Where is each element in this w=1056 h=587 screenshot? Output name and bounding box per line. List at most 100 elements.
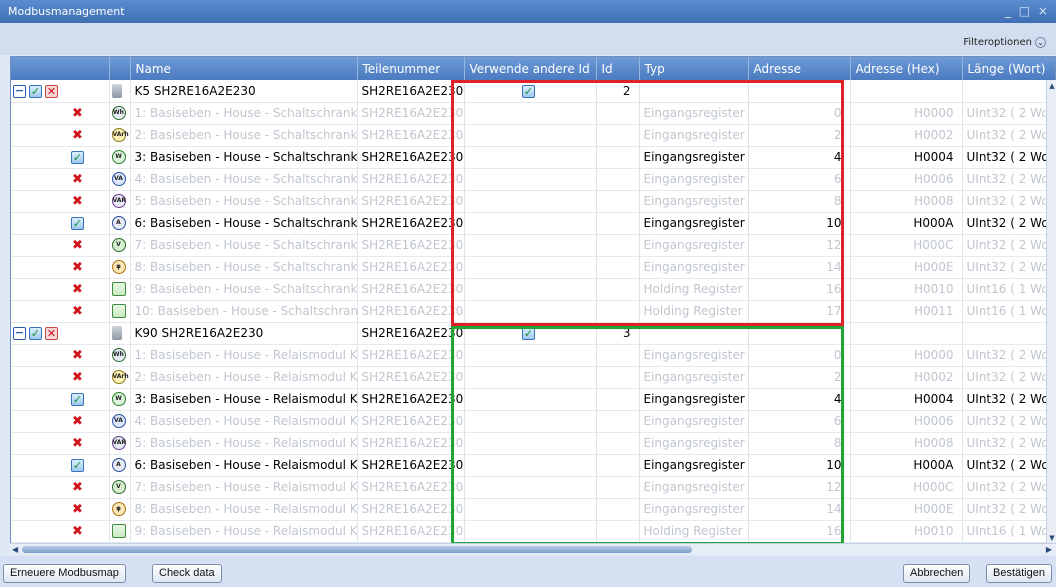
address-cell[interactable]: 6 xyxy=(748,168,851,191)
use-other-id-cell[interactable] xyxy=(464,410,597,433)
name-cell[interactable]: 2: Basiseben - House - Schaltschrank... xyxy=(130,124,358,147)
part-number-cell[interactable]: SH2RE16A2E230 xyxy=(357,322,465,345)
register-row[interactable]: ✓ W 3: Basiseben - House - Schaltschrank..… xyxy=(11,146,1055,169)
name-cell[interactable]: K5 SH2RE16A2E230 xyxy=(130,80,358,103)
register-row[interactable]: ✖ Wh 1: Basiseben - House - Relaismodul K.… xyxy=(11,344,1055,367)
length-cell[interactable]: UInt16 ( 1 Word xyxy=(962,278,1055,301)
register-row[interactable]: ✖ V 7: Basiseben - House - Relaismodul K..… xyxy=(11,476,1055,499)
id-cell[interactable] xyxy=(596,388,640,411)
length-cell[interactable]: UInt32 ( 2 Word xyxy=(962,124,1055,147)
use-other-id-cell[interactable] xyxy=(464,212,597,235)
part-number-cell[interactable]: SH2RE16A2E230 xyxy=(357,432,465,455)
length-cell[interactable]: UInt32 ( 2 Word xyxy=(962,234,1055,257)
col-type[interactable]: Typ xyxy=(639,57,749,80)
address-cell[interactable]: 8 xyxy=(748,190,851,213)
address-cell[interactable] xyxy=(748,322,851,345)
address-cell[interactable]: 8 xyxy=(748,432,851,455)
length-cell[interactable]: UInt32 ( 2 Word xyxy=(962,432,1055,455)
address-hex-cell[interactable]: H0006 xyxy=(850,168,963,191)
id-cell[interactable]: 3 xyxy=(596,322,640,345)
length-cell[interactable]: UInt32 ( 2 Word xyxy=(962,256,1055,279)
type-cell[interactable]: Eingangsregister xyxy=(639,256,749,279)
horizontal-scrollbar[interactable]: ◀ ▶ xyxy=(10,543,1056,555)
length-cell[interactable]: UInt16 ( 1 Word xyxy=(962,300,1055,323)
id-cell[interactable] xyxy=(596,102,640,125)
register-row[interactable]: ✖ VA 4: Basiseben - House - Relaismodul K.… xyxy=(11,410,1055,433)
name-cell[interactable]: 4: Basiseben - House - Schaltschrank... xyxy=(130,168,358,191)
enabled-check-icon[interactable]: ✓ xyxy=(71,393,84,406)
use-other-id-cell[interactable]: ✓ xyxy=(464,322,597,345)
col-address-hex[interactable]: Adresse (Hex) xyxy=(850,57,963,80)
length-cell[interactable]: UInt32 ( 2 Word ) xyxy=(962,146,1055,169)
address-hex-cell[interactable]: H0004 xyxy=(850,388,963,411)
id-cell[interactable] xyxy=(596,300,640,323)
disabled-x-icon[interactable]: ✖ xyxy=(71,107,84,120)
device-group-row[interactable]: − ✓ ✕ K90 SH2RE16A2E230 SH2RE16A2E230 ✓ 3 xyxy=(11,322,1055,345)
disabled-x-icon[interactable]: ✖ xyxy=(71,261,84,274)
register-row[interactable]: ✖ Wh 1: Basiseben - House - Schaltschrank.… xyxy=(11,102,1055,125)
register-row[interactable]: ✖ φ 8: Basiseben - House - Schaltschrank..… xyxy=(11,256,1055,279)
length-cell[interactable]: UInt32 ( 2 Word ) xyxy=(962,212,1055,235)
address-hex-cell[interactable] xyxy=(850,322,963,345)
register-row[interactable]: ✖ VA 4: Basiseben - House - Schaltschrank.… xyxy=(11,168,1055,191)
type-cell[interactable]: Eingangsregister xyxy=(639,146,749,169)
length-cell[interactable]: UInt32 ( 2 Word ) xyxy=(962,388,1055,411)
address-hex-cell[interactable]: H000E xyxy=(850,256,963,279)
length-cell[interactable]: UInt32 ( 2 Word xyxy=(962,476,1055,499)
part-number-cell[interactable]: SH2RE16A2E230 xyxy=(357,366,465,389)
id-cell[interactable] xyxy=(596,520,640,543)
part-number-cell[interactable]: SH2RE16A2E230 xyxy=(357,300,465,323)
address-cell[interactable]: 10 xyxy=(748,212,851,235)
scroll-left-icon[interactable]: ◀ xyxy=(12,545,18,554)
type-cell[interactable]: Eingangsregister xyxy=(639,476,749,499)
address-cell[interactable]: 16 xyxy=(748,520,851,543)
disabled-x-icon[interactable]: ✖ xyxy=(71,481,84,494)
register-row[interactable]: ✖ 9: Basiseben - House - Schaltschrank...… xyxy=(11,278,1055,301)
use-other-id-cell[interactable] xyxy=(464,168,597,191)
cancel-button[interactable]: Abbrechen xyxy=(903,564,971,583)
part-number-cell[interactable]: SH2RE16A2E230 xyxy=(357,212,465,235)
register-row[interactable]: ✖ 9: Basiseben - House - Relaismodul K...… xyxy=(11,520,1055,543)
type-cell[interactable] xyxy=(639,80,749,103)
use-other-id-cell[interactable] xyxy=(464,388,597,411)
length-cell[interactable]: UInt32 ( 2 Word xyxy=(962,344,1055,367)
id-cell[interactable] xyxy=(596,410,640,433)
type-cell[interactable]: Eingangsregister xyxy=(639,168,749,191)
use-other-id-cell[interactable] xyxy=(464,278,597,301)
name-cell[interactable]: 4: Basiseben - House - Relaismodul K... xyxy=(130,410,358,433)
address-cell[interactable]: 14 xyxy=(748,256,851,279)
device-group-row[interactable]: − ✓ ✕ K5 SH2RE16A2E230 SH2RE16A2E230 ✓ 2 xyxy=(11,80,1055,103)
col-use-other-id[interactable]: Verwende andere Id xyxy=(464,57,597,80)
col-address[interactable]: Adresse xyxy=(748,57,851,80)
name-cell[interactable]: 5: Basiseben - House - Schaltschrank... xyxy=(130,190,358,213)
use-other-id-cell[interactable] xyxy=(464,498,597,521)
address-hex-cell[interactable]: H0004 xyxy=(850,146,963,169)
address-hex-cell[interactable]: H0011 xyxy=(850,300,963,323)
name-cell[interactable]: 3: Basiseben - House - Relaismodul K... xyxy=(130,388,358,411)
address-hex-cell[interactable]: H0010 xyxy=(850,520,963,543)
type-cell[interactable]: Eingangsregister xyxy=(639,432,749,455)
id-cell[interactable] xyxy=(596,498,640,521)
scroll-down-icon[interactable]: ▼ xyxy=(1048,534,1056,542)
scroll-right-icon[interactable]: ▶ xyxy=(1046,545,1052,554)
disabled-x-icon[interactable]: ✖ xyxy=(71,349,84,362)
part-number-cell[interactable]: SH2RE16A2E230 xyxy=(357,454,465,477)
address-cell[interactable]: 4 xyxy=(748,146,851,169)
collapse-icon[interactable]: − xyxy=(13,327,26,340)
type-cell[interactable] xyxy=(639,322,749,345)
name-cell[interactable]: 2: Basiseben - House - Relaismodul K... xyxy=(130,366,358,389)
enabled-check-icon[interactable]: ✓ xyxy=(71,151,84,164)
register-row[interactable]: ✖ V 7: Basiseben - House - Schaltschrank..… xyxy=(11,234,1055,257)
disabled-x-icon[interactable]: ✖ xyxy=(71,283,84,296)
id-cell[interactable] xyxy=(596,212,640,235)
select-all-check-icon[interactable]: ✓ xyxy=(29,84,42,98)
name-cell[interactable]: 9: Basiseben - House - Schaltschrank... xyxy=(130,278,358,301)
deselect-all-icon[interactable]: ✕ xyxy=(45,327,58,340)
id-cell[interactable] xyxy=(596,366,640,389)
id-cell[interactable] xyxy=(596,146,640,169)
type-cell[interactable]: Eingangsregister xyxy=(639,102,749,125)
part-number-cell[interactable]: SH2RE16A2E230 xyxy=(357,520,465,543)
address-hex-cell[interactable]: H000A xyxy=(850,212,963,235)
address-hex-cell[interactable] xyxy=(850,80,963,103)
use-other-id-cell[interactable] xyxy=(464,454,597,477)
